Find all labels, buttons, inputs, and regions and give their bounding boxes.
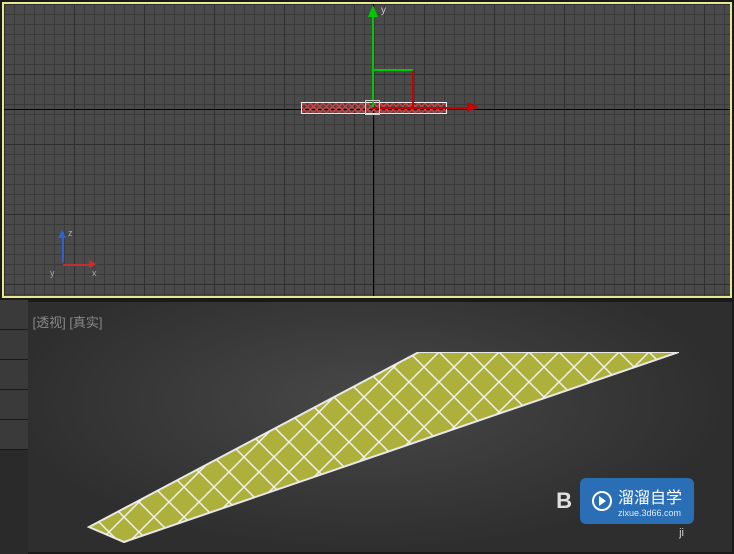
x-arrow-icon [89, 260, 97, 268]
toolbar-button[interactable] [0, 300, 28, 330]
toolbar-button[interactable] [0, 360, 28, 390]
watermark-badge: 溜溜自学 zixue.3d66.com [580, 478, 694, 524]
gizmo-y-arrow-icon[interactable] [368, 5, 378, 17]
viewport-shading-menu[interactable]: [真实] [69, 315, 102, 330]
watermark-url: zixue.3d66.com [618, 508, 682, 518]
toolbar-button[interactable] [0, 420, 28, 450]
watermark-prefix: B [556, 488, 572, 514]
axis-label-y: y [381, 5, 386, 16]
viewport-view-menu[interactable]: [透视] [32, 315, 65, 330]
toolbar-button[interactable] [0, 390, 28, 420]
watermark: B 溜溜自学 zixue.3d66.com [556, 478, 694, 524]
gizmo-xy-plane[interactable] [374, 69, 414, 107]
gizmo-origin[interactable] [365, 100, 380, 115]
viewport-container: y z x y [+] [透视] [真实] [0, 0, 734, 554]
left-toolbar [0, 300, 28, 554]
play-icon [592, 491, 612, 511]
gizmo-x-arrow-icon[interactable] [467, 102, 479, 112]
viewport-front[interactable]: y z x y [2, 2, 732, 298]
grid-major [4, 4, 730, 296]
watermark-sub: ji [679, 527, 684, 539]
z-arrow-icon [58, 230, 66, 238]
gizmo-x-axis[interactable] [372, 107, 472, 109]
watermark-title: 溜溜自学 [618, 484, 682, 508]
toolbar-button[interactable] [0, 330, 28, 360]
